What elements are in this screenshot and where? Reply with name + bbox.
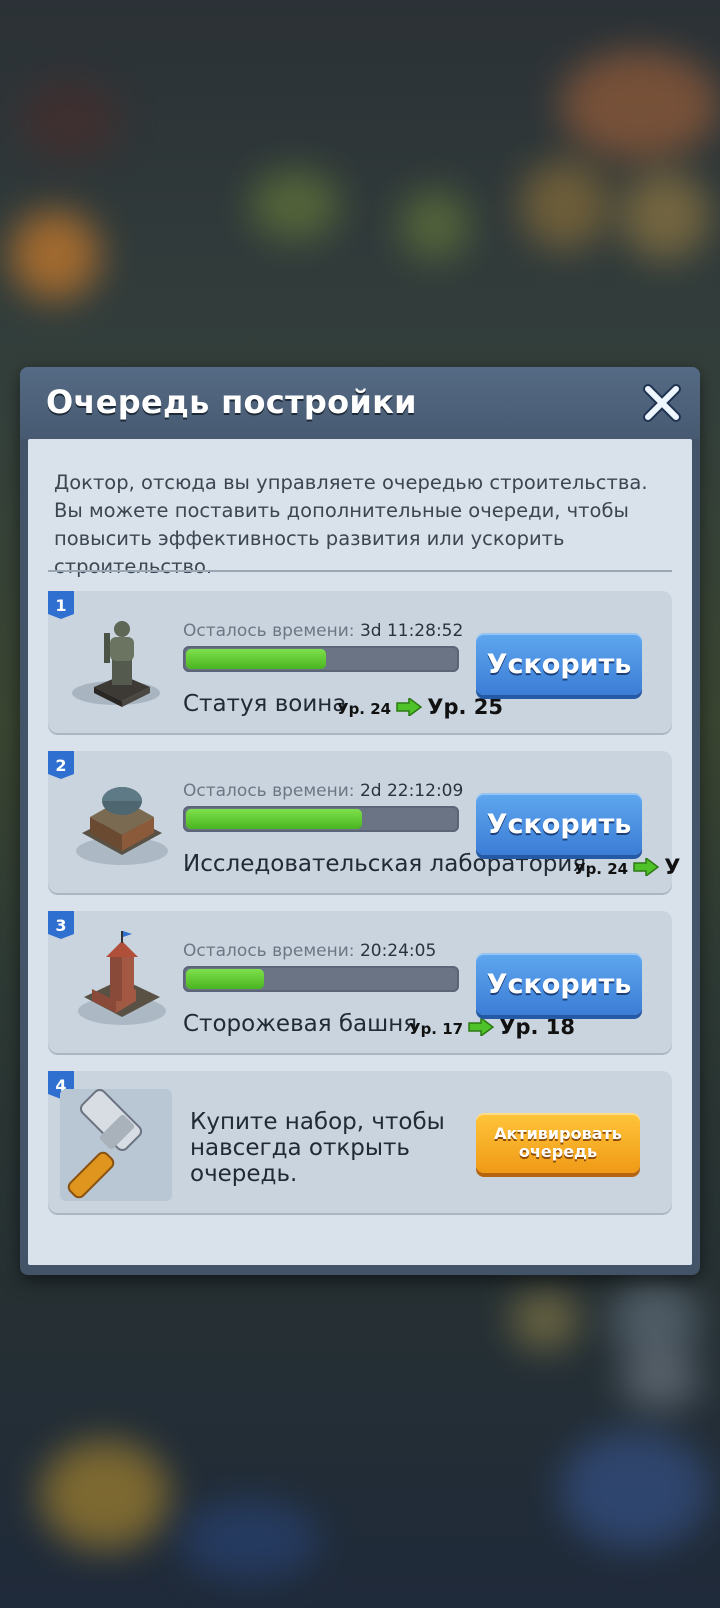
close-button[interactable] bbox=[634, 375, 690, 431]
arrow-right-icon bbox=[468, 1018, 495, 1036]
dialog-body: Доктор, отсюда вы управляете очередью ст… bbox=[28, 439, 692, 1265]
speed-up-button[interactable]: Ускорить bbox=[476, 633, 642, 695]
time-remaining: Осталось времени: 20:24:05 bbox=[183, 941, 436, 961]
time-label: Осталось времени: bbox=[183, 621, 355, 641]
build-queue-dialog: Очередь постройки Доктор, отсюда вы упра… bbox=[20, 367, 700, 1275]
progress-bar bbox=[183, 966, 459, 992]
dialog-description: Доктор, отсюда вы управляете очередью ст… bbox=[54, 471, 648, 578]
time-remaining: Осталось времени: 2d 22:12:09 bbox=[183, 781, 463, 801]
level-from: Ур. 17 bbox=[409, 1020, 464, 1038]
close-icon bbox=[643, 384, 681, 422]
time-label: Осталось времени: bbox=[183, 941, 355, 961]
activate-queue-button[interactable]: Активировать очередь bbox=[476, 1113, 640, 1173]
hammer-icon bbox=[67, 1088, 143, 1199]
dialog-title: Очередь постройки bbox=[46, 383, 417, 421]
divider bbox=[48, 570, 672, 572]
progress-bar bbox=[183, 646, 459, 672]
speed-up-button[interactable]: Ускорить bbox=[476, 793, 642, 855]
time-remaining: Осталось времени: 3d 11:28:52 bbox=[183, 621, 463, 641]
dialog-header: Очередь постройки bbox=[20, 367, 700, 439]
level-change: Ур. 17 Ур. 18 bbox=[409, 1015, 575, 1039]
research-lab-icon bbox=[76, 787, 168, 865]
time-value: 3d 11:28:52 bbox=[359, 621, 464, 641]
building-name: Сторожевая башня bbox=[183, 1011, 418, 1037]
building-name: Статуя воина bbox=[183, 691, 347, 717]
level-to: Ур. 18 bbox=[499, 1015, 576, 1039]
time-value: 20:24:05 bbox=[359, 941, 437, 961]
queue-slot-2: 2 Осталось времени: 2d 22:12:09 Исследов… bbox=[48, 751, 681, 893]
time-value: 2d 22:12:09 bbox=[359, 781, 464, 801]
level-to: У bbox=[664, 855, 681, 879]
queue-slot-3: 3 Осталось времени: 20:24:05 Сторожевая … bbox=[48, 911, 672, 1053]
progress-fill bbox=[186, 969, 264, 989]
queue-slot-1: 1 Осталось времени: 3d 11:28:52 Статуя в… bbox=[48, 591, 672, 733]
level-change: Ур. 24 У bbox=[574, 855, 681, 879]
arrow-right-icon bbox=[396, 698, 423, 716]
time-label: Осталось времени: bbox=[183, 781, 355, 801]
level-from: Ур. 24 bbox=[574, 860, 629, 878]
progress-fill bbox=[186, 809, 362, 829]
locked-slot-text: Купите набор, чтобы навсегда открыть оче… bbox=[190, 1109, 445, 1187]
queue-slot-4-locked: 4 Купите набор, чтобы навсегда открыть о… bbox=[48, 1071, 672, 1213]
progress-fill bbox=[186, 649, 326, 669]
hammer-icon-frame bbox=[60, 1088, 172, 1201]
speed-up-button[interactable]: Ускорить bbox=[476, 953, 642, 1015]
level-change: Ур. 24 Ур. 25 bbox=[337, 695, 503, 719]
progress-bar bbox=[183, 806, 459, 832]
warrior-statue-icon bbox=[72, 621, 160, 707]
watchtower-icon bbox=[78, 931, 166, 1025]
level-from: Ур. 24 bbox=[337, 700, 392, 718]
level-to: Ур. 25 bbox=[427, 695, 504, 719]
arrow-right-icon bbox=[633, 858, 660, 876]
